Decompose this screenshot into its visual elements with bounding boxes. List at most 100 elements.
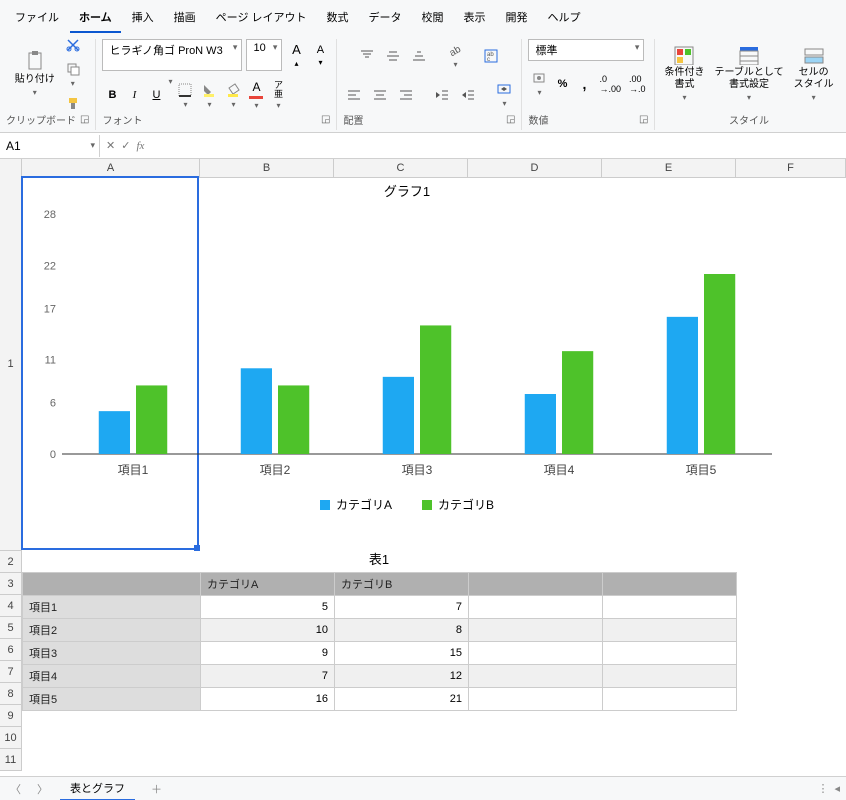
cell-styles-button[interactable]: セルの スタイル▾	[791, 42, 837, 106]
decrease-font-button[interactable]: A▾	[310, 39, 330, 71]
row-header[interactable]: 8	[0, 683, 22, 705]
menu-item-7[interactable]: 校閲	[413, 5, 453, 33]
row-header[interactable]: 10	[0, 727, 22, 749]
table-cell: 9	[201, 642, 335, 665]
col-header[interactable]: B	[200, 159, 334, 177]
formula-input[interactable]	[150, 142, 846, 150]
row-header[interactable]: 9	[0, 705, 22, 727]
chart-legend: カテゴリAカテゴリB	[22, 490, 792, 523]
dialog-launcher-icon[interactable]: ◲	[80, 114, 89, 125]
font-color-button[interactable]: A▾	[246, 77, 266, 113]
comma-button[interactable]: ,	[574, 67, 594, 100]
merge-button[interactable]: ▾	[493, 78, 515, 111]
increase-font-button[interactable]: A▴	[286, 39, 306, 71]
col-header[interactable]: A	[22, 159, 200, 177]
font-size-combo[interactable]: 10	[246, 39, 282, 71]
indent-decrease-button[interactable]	[431, 78, 453, 111]
format-as-table-label: テーブルとして 書式設定	[714, 67, 783, 91]
tab-prev-icon[interactable]: 〈	[6, 781, 25, 797]
row-header[interactable]: 2	[0, 551, 22, 573]
highlight-button[interactable]: ▾	[198, 77, 220, 113]
orientation-icon: ab	[447, 42, 463, 58]
align-bottom-button[interactable]	[408, 39, 430, 72]
wrap-icon: abc	[483, 48, 499, 64]
accept-formula-icon[interactable]: ✓	[121, 139, 130, 152]
col-header[interactable]: F	[736, 159, 846, 177]
menu-item-5[interactable]: 数式	[318, 5, 358, 33]
group-clipboard-label: クリップボード	[6, 112, 76, 127]
indent-increase-button[interactable]	[457, 78, 479, 111]
menu-item-4[interactable]: ページ レイアウト	[207, 5, 316, 33]
menu-item-2[interactable]: 挿入	[123, 5, 163, 33]
align-top-button[interactable]	[356, 39, 378, 72]
border-button[interactable]: ▾	[174, 77, 196, 113]
menu-item-8[interactable]: 表示	[455, 5, 495, 33]
merge-icon	[496, 81, 512, 97]
sheet-tab-active[interactable]: 表とグラフ	[60, 777, 135, 800]
status-menu-icon[interactable]: ⋮	[817, 782, 828, 795]
add-sheet-button[interactable]: ＋	[143, 781, 170, 797]
decimal-increase-button[interactable]: .0→.00	[596, 67, 624, 100]
menu-item-0[interactable]: ファイル	[6, 5, 68, 33]
percent-button[interactable]: %	[552, 67, 572, 100]
menu-item-10[interactable]: ヘルプ	[539, 5, 590, 33]
table-cell: 15	[335, 642, 469, 665]
row-header[interactable]: 1	[0, 177, 22, 551]
group-align: ab▾ abc ▾ 配置◲	[336, 39, 521, 130]
col-header[interactable]: D	[468, 159, 602, 177]
bar	[704, 274, 735, 454]
row-header[interactable]: 7	[0, 661, 22, 683]
row-header[interactable]: 5	[0, 617, 22, 639]
conditional-format-button[interactable]: 条件付き 書式▾	[661, 42, 707, 106]
paste-button[interactable]: 貼り付け ▾	[12, 42, 58, 106]
menu-item-9[interactable]: 開発	[497, 5, 537, 33]
row-header[interactable]: 3	[0, 573, 22, 595]
select-all-corner[interactable]	[0, 159, 22, 177]
svg-text:0: 0	[50, 449, 56, 461]
dialog-launcher-icon[interactable]: ◲	[506, 114, 515, 125]
font-name-combo[interactable]: ヒラギノ角ゴ ProN W3	[102, 39, 242, 71]
indent-inc-icon	[460, 87, 476, 103]
table-format-icon	[738, 45, 760, 65]
align-middle-button[interactable]	[382, 39, 404, 72]
align-right-button[interactable]	[395, 78, 417, 111]
spreadsheet-grid[interactable]: ABCDEF 1234567891011 グラフ1 0611172228項目1項…	[0, 159, 846, 771]
cell-styles-icon	[803, 45, 825, 65]
fill-color-button[interactable]: ▾	[222, 77, 244, 113]
scroll-left-icon[interactable]: ◂	[834, 782, 840, 795]
name-box[interactable]: A1	[0, 135, 100, 157]
dialog-launcher-icon[interactable]: ◲	[639, 114, 648, 125]
orientation-button[interactable]: ab▾	[444, 39, 466, 72]
underline-button[interactable]: U	[146, 77, 166, 113]
align-left-button[interactable]	[343, 78, 365, 111]
row-header[interactable]: 6	[0, 639, 22, 661]
bold-button[interactable]: B	[102, 77, 122, 113]
dialog-launcher-icon[interactable]: ◲	[321, 114, 330, 125]
phonetic-button[interactable]: ア亜▾	[268, 77, 288, 113]
tab-next-icon[interactable]: 〉	[33, 781, 52, 797]
fx-icon[interactable]: fx	[136, 140, 144, 152]
number-format-combo[interactable]: 標準	[528, 39, 644, 61]
align-center-button[interactable]	[369, 78, 391, 111]
col-header[interactable]: E	[602, 159, 736, 177]
chart: グラフ1 0611172228項目1項目2項目3項目4項目5 カテゴリAカテゴリ…	[22, 177, 792, 523]
format-as-table-button[interactable]: テーブルとして 書式設定▾	[711, 42, 786, 106]
menu-item-6[interactable]: データ	[360, 5, 411, 33]
group-styles: 条件付き 書式▾ テーブルとして 書式設定▾ セルの スタイル▾ スタイル	[654, 39, 842, 130]
col-header[interactable]: C	[334, 159, 468, 177]
cut-button[interactable]	[62, 34, 84, 56]
table-cell: 7	[335, 596, 469, 619]
italic-button[interactable]: I	[124, 77, 144, 113]
svg-text:項目1: 項目1	[118, 463, 149, 477]
currency-button[interactable]: ▾	[528, 67, 550, 100]
row-header[interactable]: 4	[0, 595, 22, 617]
cancel-formula-icon[interactable]: ✕	[106, 139, 115, 152]
copy-button[interactable]: ▾	[62, 58, 84, 91]
wrap-text-button[interactable]: abc	[480, 39, 502, 72]
bar	[667, 317, 698, 454]
menu-item-1[interactable]: ホーム	[70, 5, 121, 33]
menu-item-3[interactable]: 描画	[165, 5, 205, 33]
table-cell: 16	[201, 688, 335, 711]
decimal-decrease-button[interactable]: .00→.0	[626, 67, 649, 100]
row-header[interactable]: 11	[0, 749, 22, 771]
